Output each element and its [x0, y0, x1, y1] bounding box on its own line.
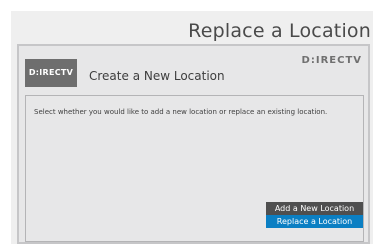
screen-frame: Replace a Location D:IRECTV Create a New…: [11, 11, 373, 244]
directv-brand-mark: D:IRECTV: [301, 55, 362, 66]
dialog-content: Select whether you would like to add a n…: [25, 95, 364, 242]
directv-logo-tile: D:IRECTV: [25, 59, 77, 87]
dialog-title: Create a New Location: [89, 69, 225, 83]
create-location-dialog: D:IRECTV Create a New Location D:IRECTV …: [17, 44, 370, 244]
instructions-text: Select whether you would like to add a n…: [34, 108, 328, 116]
page-title: Replace a Location: [188, 20, 371, 42]
add-new-location-option[interactable]: Add a New Location: [266, 202, 363, 215]
page: Replace a Location D:IRECTV Create a New…: [0, 0, 373, 244]
replace-location-option[interactable]: Replace a Location: [266, 215, 363, 228]
